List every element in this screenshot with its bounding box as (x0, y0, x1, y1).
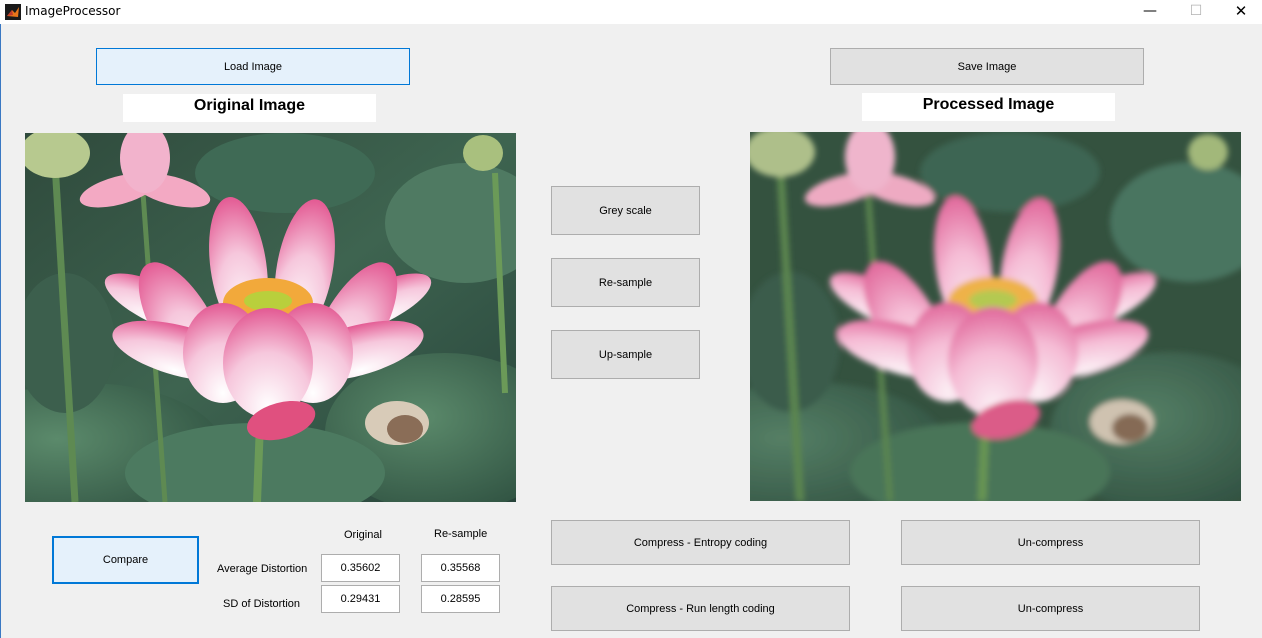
grey-scale-button[interactable]: Grey scale (551, 186, 700, 235)
lotus-flower-image (25, 133, 516, 502)
maximize-button[interactable]: ☐ (1173, 0, 1219, 24)
processed-image-heading: Processed Image (862, 93, 1115, 121)
title-bar: ImageProcessor — ☐ ✕ (0, 0, 1262, 24)
stats-col-resample: Re-sample (434, 528, 488, 540)
sd-distortion-resample-value: 0.28595 (421, 585, 500, 613)
save-image-button[interactable]: Save Image (830, 48, 1144, 85)
uncompress-rle-button[interactable]: Un-compress (901, 586, 1200, 631)
re-sample-button[interactable]: Re-sample (551, 258, 700, 307)
sd-distortion-original-value: 0.29431 (321, 585, 400, 613)
processed-image (750, 132, 1241, 501)
stats-col-original: Original (344, 529, 382, 541)
load-image-button[interactable]: Load Image (96, 48, 410, 85)
compress-rle-button[interactable]: Compress - Run length coding (551, 586, 850, 631)
stats-row-sd-distortion: SD of Distortion (223, 598, 301, 610)
compare-button[interactable]: Compare (52, 536, 199, 584)
uncompress-entropy-button[interactable]: Un-compress (901, 520, 1200, 565)
avg-distortion-original-value: 0.35602 (321, 554, 400, 582)
window-title: ImageProcessor (25, 4, 121, 18)
close-button[interactable]: ✕ (1218, 0, 1262, 24)
avg-distortion-resample-value: 0.35568 (421, 554, 500, 582)
stats-row-average-distortion: Average Distortion (217, 563, 308, 575)
matlab-app-icon (5, 4, 21, 20)
compress-entropy-button[interactable]: Compress - Entropy coding (551, 520, 850, 565)
minimize-button[interactable]: — (1127, 0, 1173, 24)
up-sample-button[interactable]: Up-sample (551, 330, 700, 379)
window-border (0, 24, 1, 638)
original-image (25, 133, 516, 502)
lotus-flower-pixelated-image (750, 132, 1241, 501)
original-image-heading: Original Image (123, 94, 376, 122)
